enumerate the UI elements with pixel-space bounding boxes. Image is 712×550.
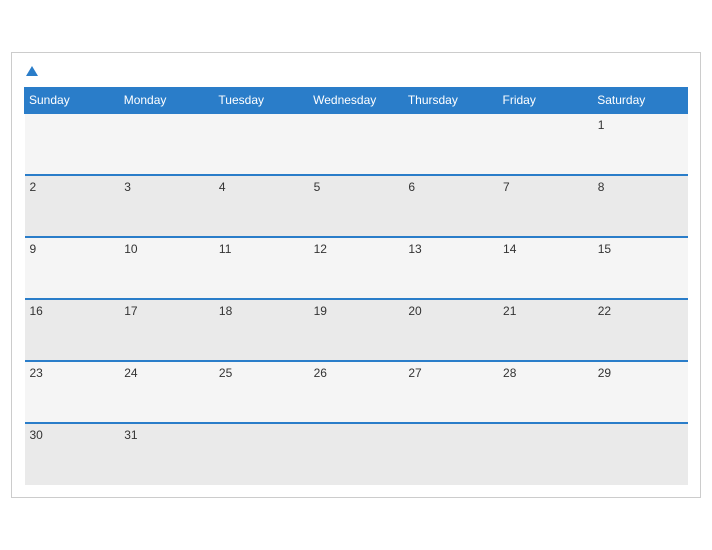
weekday-header-saturday: Saturday (593, 88, 688, 114)
calendar-day: 24 (119, 361, 214, 423)
day-number: 6 (408, 180, 415, 194)
calendar-day: 3 (119, 175, 214, 237)
day-number: 7 (503, 180, 510, 194)
day-number: 17 (124, 304, 137, 318)
calendar-day: 25 (214, 361, 309, 423)
day-number: 23 (30, 366, 43, 380)
day-number: 4 (219, 180, 226, 194)
day-number: 29 (598, 366, 611, 380)
week-row-4: 16 17 18 19 20 21 22 (25, 299, 688, 361)
day-number: 21 (503, 304, 516, 318)
calendar-day: 12 (309, 237, 404, 299)
calendar-day (403, 423, 498, 485)
calendar-day: 16 (25, 299, 120, 361)
day-number: 26 (314, 366, 327, 380)
calendar-day: 29 (593, 361, 688, 423)
day-number: 28 (503, 366, 516, 380)
calendar-day: 19 (309, 299, 404, 361)
day-number: 12 (314, 242, 327, 256)
calendar-day: 5 (309, 175, 404, 237)
logo-area (24, 63, 38, 79)
week-row-1: 1 (25, 113, 688, 175)
weekday-header-monday: Monday (119, 88, 214, 114)
day-number: 1 (598, 118, 605, 132)
calendar-day: 10 (119, 237, 214, 299)
calendar-body: 1234567891011121314151617181920212223242… (25, 113, 688, 485)
day-number: 3 (124, 180, 131, 194)
calendar-day (309, 113, 404, 175)
weekday-header-tuesday: Tuesday (214, 88, 309, 114)
calendar-day: 14 (498, 237, 593, 299)
calendar-day: 27 (403, 361, 498, 423)
calendar-day (214, 113, 309, 175)
calendar-day: 6 (403, 175, 498, 237)
calendar-day: 2 (25, 175, 120, 237)
week-row-3: 9 10 11 12 13 14 15 (25, 237, 688, 299)
day-number: 24 (124, 366, 137, 380)
calendar-day (498, 423, 593, 485)
calendar-day: 15 (593, 237, 688, 299)
weekday-header-thursday: Thursday (403, 88, 498, 114)
calendar-day (25, 113, 120, 175)
calendar-day: 9 (25, 237, 120, 299)
calendar-day: 8 (593, 175, 688, 237)
calendar-day: 7 (498, 175, 593, 237)
calendar-day: 1 (593, 113, 688, 175)
day-number: 15 (598, 242, 611, 256)
calendar-day (403, 113, 498, 175)
calendar-day: 20 (403, 299, 498, 361)
calendar-day: 4 (214, 175, 309, 237)
calendar-day: 21 (498, 299, 593, 361)
calendar-day: 31 (119, 423, 214, 485)
day-number: 9 (30, 242, 37, 256)
calendar-header (24, 63, 688, 79)
day-number: 22 (598, 304, 611, 318)
calendar-grid: SundayMondayTuesdayWednesdayThursdayFrid… (24, 87, 688, 485)
calendar-day (119, 113, 214, 175)
logo-triangle-icon (26, 66, 38, 76)
calendar-day: 11 (214, 237, 309, 299)
day-number: 2 (30, 180, 37, 194)
day-number: 18 (219, 304, 232, 318)
calendar-day: 23 (25, 361, 120, 423)
day-number: 20 (408, 304, 421, 318)
week-row-5: 23 24 25 26 27 28 29 (25, 361, 688, 423)
day-number: 16 (30, 304, 43, 318)
day-number: 30 (30, 428, 43, 442)
day-number: 27 (408, 366, 421, 380)
calendar-day: 30 (25, 423, 120, 485)
day-number: 25 (219, 366, 232, 380)
day-number: 31 (124, 428, 137, 442)
week-row-6: 30 31 (25, 423, 688, 485)
day-number: 5 (314, 180, 321, 194)
calendar-day (214, 423, 309, 485)
calendar-day: 17 (119, 299, 214, 361)
day-number: 19 (314, 304, 327, 318)
day-number: 14 (503, 242, 516, 256)
day-number: 10 (124, 242, 137, 256)
calendar-day (593, 423, 688, 485)
weekday-header-sunday: Sunday (25, 88, 120, 114)
calendar-header-row: SundayMondayTuesdayWednesdayThursdayFrid… (25, 88, 688, 114)
day-number: 8 (598, 180, 605, 194)
logo-general (24, 63, 38, 79)
weekday-header-row: SundayMondayTuesdayWednesdayThursdayFrid… (25, 88, 688, 114)
calendar-day: 28 (498, 361, 593, 423)
week-row-2: 2 3 4 5 6 7 8 (25, 175, 688, 237)
weekday-header-friday: Friday (498, 88, 593, 114)
calendar-day (309, 423, 404, 485)
calendar-day: 13 (403, 237, 498, 299)
calendar-day: 26 (309, 361, 404, 423)
weekday-header-wednesday: Wednesday (309, 88, 404, 114)
day-number: 11 (219, 242, 231, 256)
calendar-day: 18 (214, 299, 309, 361)
calendar-wrapper: SundayMondayTuesdayWednesdayThursdayFrid… (11, 52, 701, 498)
day-number: 13 (408, 242, 421, 256)
calendar-day: 22 (593, 299, 688, 361)
calendar-day (498, 113, 593, 175)
